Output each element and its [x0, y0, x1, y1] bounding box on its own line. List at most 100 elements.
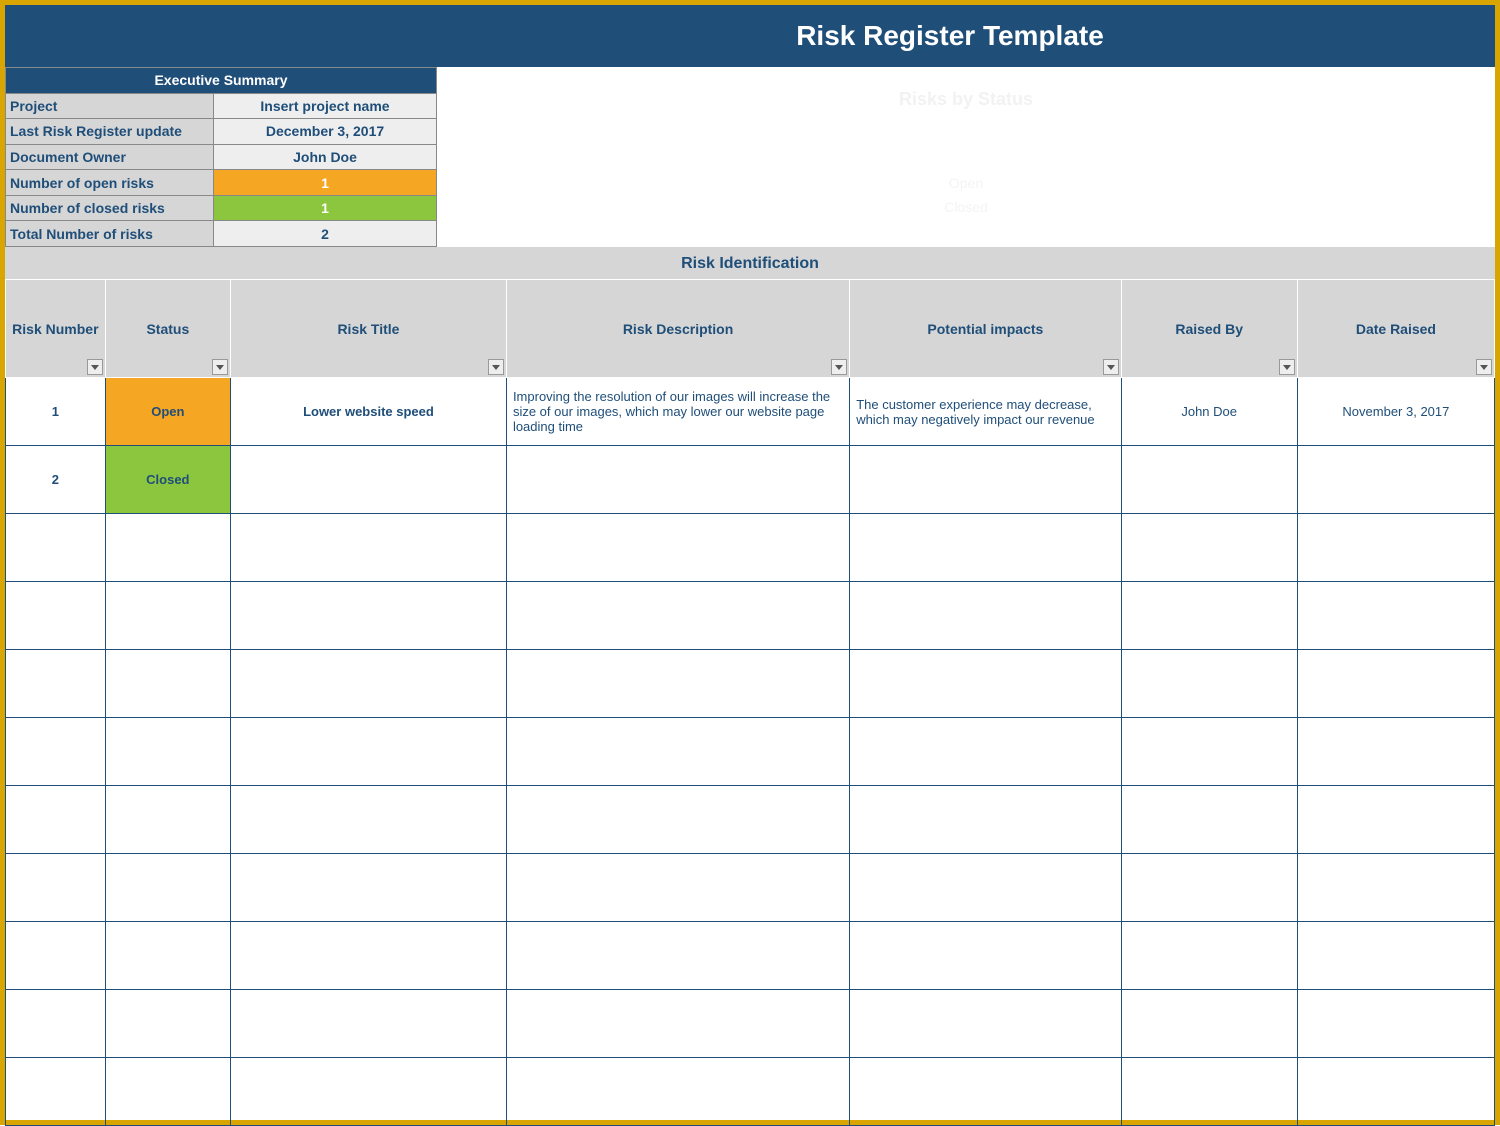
cell-risk-description[interactable]	[506, 582, 849, 650]
cell-risk-number[interactable]: 2	[6, 446, 106, 514]
cell-raised-by[interactable]	[1121, 582, 1297, 650]
col-raised-by[interactable]: Raised By	[1121, 280, 1297, 378]
cell-potential-impacts[interactable]	[850, 446, 1121, 514]
cell-risk-title[interactable]	[230, 718, 506, 786]
table-row[interactable]	[6, 514, 1495, 582]
cell-status[interactable]	[105, 786, 230, 854]
cell-risk-title[interactable]: Lower website speed	[230, 378, 506, 446]
cell-date-raised[interactable]	[1297, 990, 1494, 1058]
col-risk-number[interactable]: Risk Number	[6, 280, 106, 378]
filter-icon[interactable]	[1279, 359, 1295, 375]
cell-date-raised[interactable]	[1297, 786, 1494, 854]
table-row[interactable]	[6, 922, 1495, 990]
cell-risk-number[interactable]	[6, 718, 106, 786]
summary-project-value[interactable]: Insert project name	[214, 93, 437, 119]
cell-potential-impacts[interactable]	[850, 922, 1121, 990]
cell-risk-title[interactable]	[230, 786, 506, 854]
cell-risk-number[interactable]	[6, 1058, 106, 1126]
cell-status[interactable]	[105, 582, 230, 650]
cell-status[interactable]	[105, 650, 230, 718]
cell-date-raised[interactable]	[1297, 1058, 1494, 1126]
cell-raised-by[interactable]	[1121, 650, 1297, 718]
cell-risk-description[interactable]	[506, 854, 849, 922]
cell-potential-impacts[interactable]: The customer experience may decrease, wh…	[850, 378, 1121, 446]
cell-raised-by[interactable]	[1121, 922, 1297, 990]
cell-risk-number[interactable]	[6, 514, 106, 582]
cell-status[interactable]	[105, 854, 230, 922]
cell-risk-number[interactable]	[6, 990, 106, 1058]
cell-raised-by[interactable]	[1121, 854, 1297, 922]
summary-update-value[interactable]: December 3, 2017	[214, 119, 437, 145]
cell-risk-title[interactable]	[230, 446, 506, 514]
filter-icon[interactable]	[488, 359, 504, 375]
table-row[interactable]	[6, 718, 1495, 786]
cell-risk-description[interactable]	[506, 990, 849, 1058]
cell-risk-number[interactable]: 1	[6, 378, 106, 446]
cell-risk-description[interactable]	[506, 922, 849, 990]
cell-raised-by[interactable]	[1121, 514, 1297, 582]
cell-potential-impacts[interactable]	[850, 582, 1121, 650]
cell-raised-by[interactable]	[1121, 1058, 1297, 1126]
table-row[interactable]: 2Closed	[6, 446, 1495, 514]
cell-date-raised[interactable]	[1297, 854, 1494, 922]
cell-risk-title[interactable]	[230, 990, 506, 1058]
table-row[interactable]	[6, 650, 1495, 718]
cell-potential-impacts[interactable]	[850, 1058, 1121, 1126]
cell-raised-by[interactable]	[1121, 718, 1297, 786]
cell-date-raised[interactable]: November 3, 2017	[1297, 378, 1494, 446]
cell-risk-title[interactable]	[230, 854, 506, 922]
cell-potential-impacts[interactable]	[850, 786, 1121, 854]
cell-risk-title[interactable]	[230, 650, 506, 718]
cell-raised-by[interactable]	[1121, 990, 1297, 1058]
cell-status[interactable]	[105, 922, 230, 990]
table-row[interactable]	[6, 1058, 1495, 1126]
filter-icon[interactable]	[212, 359, 228, 375]
cell-date-raised[interactable]	[1297, 446, 1494, 514]
cell-risk-title[interactable]	[230, 922, 506, 990]
cell-risk-description[interactable]	[506, 1058, 849, 1126]
table-row[interactable]	[6, 854, 1495, 922]
cell-risk-number[interactable]	[6, 786, 106, 854]
cell-date-raised[interactable]	[1297, 718, 1494, 786]
col-status[interactable]: Status	[105, 280, 230, 378]
col-date-raised[interactable]: Date Raised	[1297, 280, 1494, 378]
cell-potential-impacts[interactable]	[850, 514, 1121, 582]
cell-risk-number[interactable]	[6, 582, 106, 650]
summary-owner-value[interactable]: John Doe	[214, 144, 437, 170]
col-risk-description[interactable]: Risk Description	[506, 280, 849, 378]
summary-closed-value[interactable]: 1	[214, 195, 437, 221]
cell-risk-number[interactable]	[6, 922, 106, 990]
cell-status[interactable]: Closed	[105, 446, 230, 514]
col-potential-impacts[interactable]: Potential impacts	[850, 280, 1121, 378]
cell-risk-number[interactable]	[6, 854, 106, 922]
table-row[interactable]	[6, 786, 1495, 854]
cell-potential-impacts[interactable]	[850, 854, 1121, 922]
cell-risk-description[interactable]	[506, 514, 849, 582]
cell-potential-impacts[interactable]	[850, 990, 1121, 1058]
cell-raised-by[interactable]: John Doe	[1121, 378, 1297, 446]
cell-risk-title[interactable]	[230, 514, 506, 582]
cell-date-raised[interactable]	[1297, 582, 1494, 650]
cell-date-raised[interactable]	[1297, 514, 1494, 582]
cell-potential-impacts[interactable]	[850, 718, 1121, 786]
cell-risk-title[interactable]	[230, 1058, 506, 1126]
cell-status[interactable]	[105, 1058, 230, 1126]
cell-date-raised[interactable]	[1297, 650, 1494, 718]
cell-risk-number[interactable]	[6, 650, 106, 718]
cell-date-raised[interactable]	[1297, 922, 1494, 990]
cell-status[interactable]	[105, 990, 230, 1058]
cell-status[interactable]: Open	[105, 378, 230, 446]
cell-risk-description[interactable]	[506, 446, 849, 514]
table-row[interactable]: 1OpenLower website speedImproving the re…	[6, 378, 1495, 446]
filter-icon[interactable]	[1103, 359, 1119, 375]
cell-risk-description[interactable]	[506, 718, 849, 786]
cell-risk-description[interactable]: Improving the resolution of our images w…	[506, 378, 849, 446]
filter-icon[interactable]	[87, 359, 103, 375]
cell-risk-description[interactable]	[506, 786, 849, 854]
cell-status[interactable]	[105, 718, 230, 786]
filter-icon[interactable]	[1476, 359, 1492, 375]
cell-risk-title[interactable]	[230, 582, 506, 650]
summary-open-value[interactable]: 1	[214, 170, 437, 196]
cell-status[interactable]	[105, 514, 230, 582]
cell-raised-by[interactable]	[1121, 446, 1297, 514]
